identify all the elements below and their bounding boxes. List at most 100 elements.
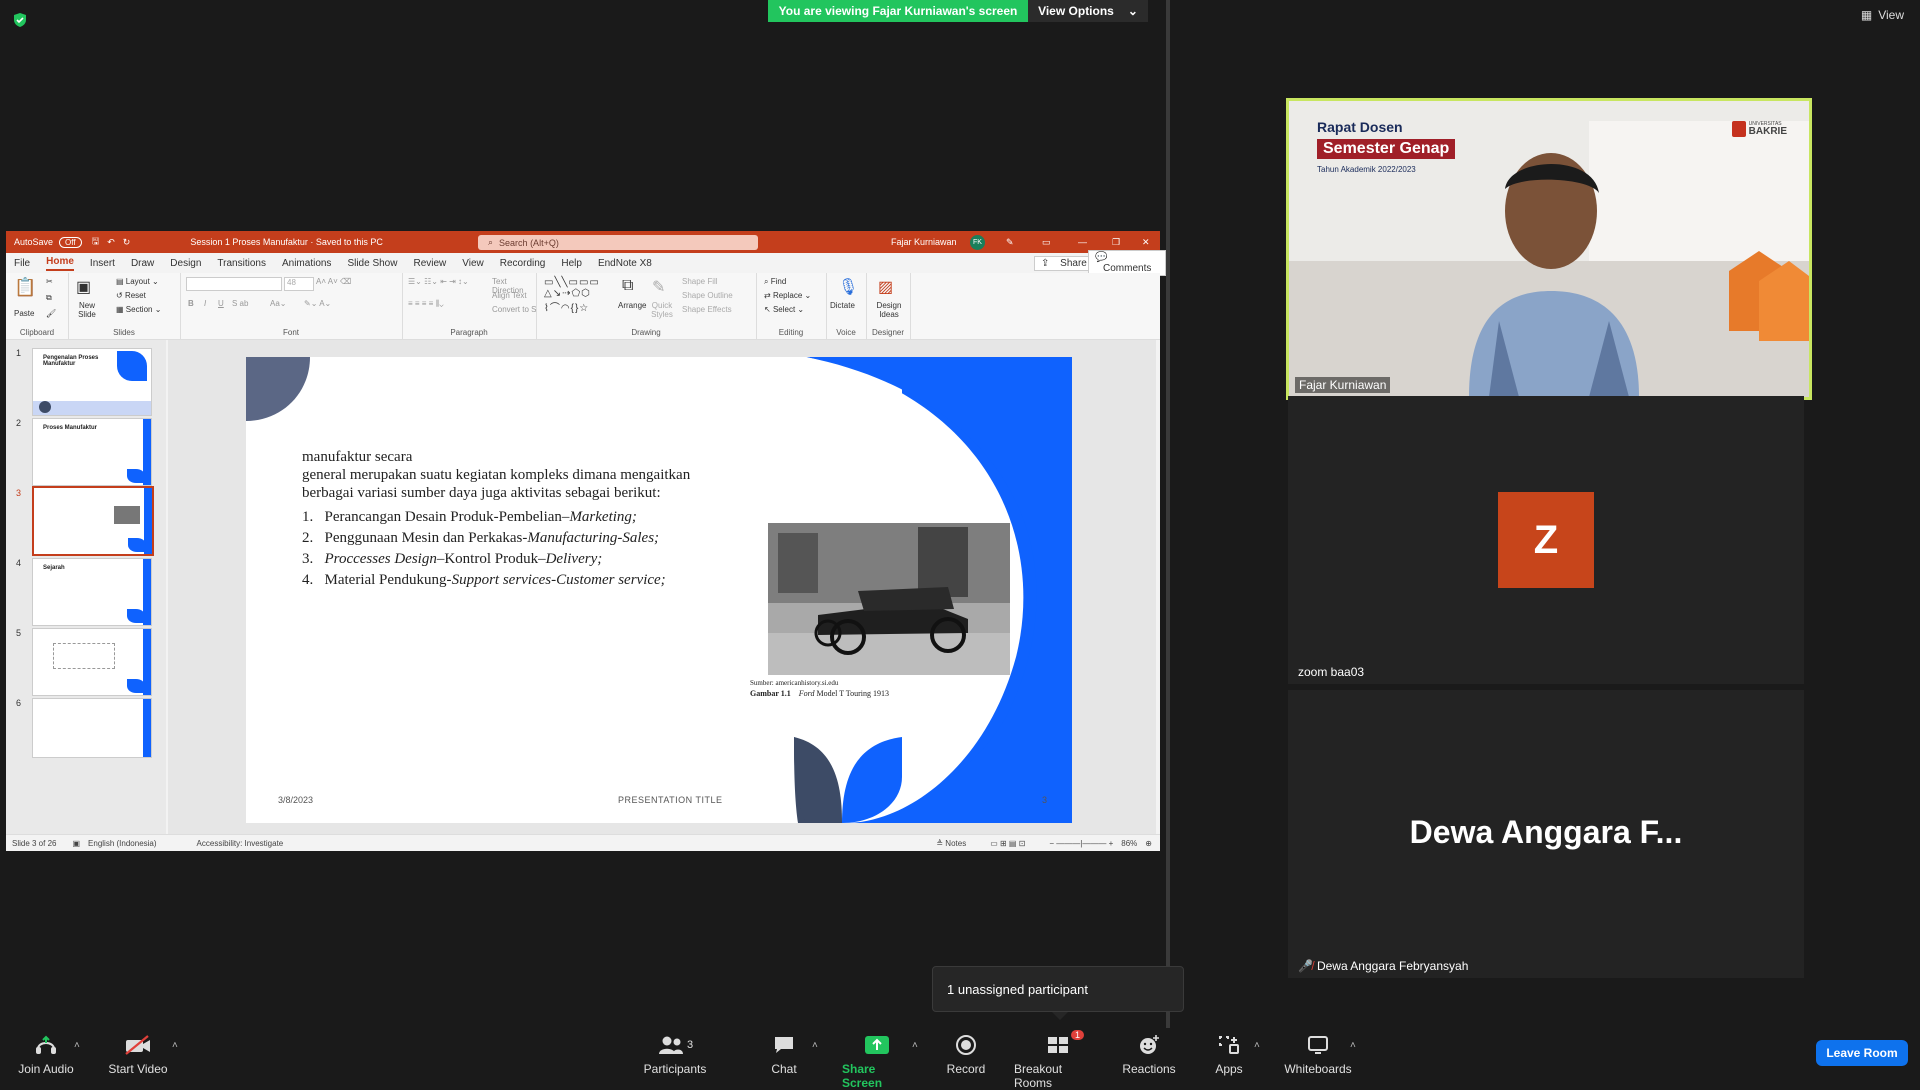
document-title[interactable]: Session 1 Proses Manufaktur · Saved to t… bbox=[190, 237, 383, 247]
menu-recording[interactable]: Recording bbox=[500, 258, 546, 269]
participant-tile-dewa[interactable]: Dewa Anggara F... 🎤̸ Dewa Anggara Febrya… bbox=[1288, 690, 1804, 978]
menu-draw[interactable]: Draw bbox=[131, 258, 154, 269]
paste-label[interactable]: Paste bbox=[14, 309, 34, 318]
underline-icon[interactable]: U bbox=[218, 299, 224, 308]
current-slide[interactable]: manufaktur secara general merupakan suat… bbox=[246, 357, 1072, 823]
shape-outline-button[interactable]: Shape Outline bbox=[682, 291, 733, 300]
join-audio-button[interactable]: Join Audio bbox=[18, 1034, 74, 1076]
bold-icon[interactable]: B bbox=[188, 299, 194, 308]
notes-button[interactable]: ≜ Notes bbox=[936, 839, 966, 848]
save-icon[interactable]: 🖫 bbox=[92, 234, 100, 250]
section-button[interactable]: ▦ Section ⌄ bbox=[116, 305, 161, 314]
start-video-button[interactable]: Start Video bbox=[106, 1034, 170, 1076]
grow-font-icon[interactable]: A˄ A˅ ⌫ bbox=[316, 277, 351, 286]
dictate-label[interactable]: Dictate bbox=[830, 301, 855, 310]
menu-endnote[interactable]: EndNote X8 bbox=[598, 258, 652, 269]
panel-divider[interactable] bbox=[1166, 0, 1170, 1028]
leave-room-button[interactable]: Leave Room bbox=[1816, 1040, 1908, 1066]
breakout-rooms-button[interactable]: 1 Breakout Rooms bbox=[1014, 1030, 1102, 1090]
undo-icon[interactable]: ↶ bbox=[107, 237, 115, 248]
slide-thumbnail[interactable] bbox=[32, 698, 152, 758]
shape-fill-button[interactable]: Shape Fill bbox=[682, 277, 718, 286]
menu-insert[interactable]: Insert bbox=[90, 258, 115, 269]
audio-options-caret-icon[interactable]: ˄ bbox=[74, 1040, 80, 1051]
menu-slide-show[interactable]: Slide Show bbox=[347, 258, 397, 269]
align-icon[interactable]: ≡ ≡ ≡ ≡ ⫼⌄ bbox=[408, 299, 444, 309]
reactions-button[interactable]: Reactions bbox=[1122, 1034, 1176, 1076]
design-ideas-icon[interactable]: ▨ bbox=[878, 277, 893, 297]
slide-thumbnail[interactable]: Pengenalan Proses Manufaktur bbox=[32, 348, 152, 416]
record-button[interactable]: Record bbox=[946, 1034, 986, 1076]
share-options-caret-icon[interactable]: ˄ bbox=[912, 1040, 918, 1051]
zoom-level[interactable]: 86% bbox=[1121, 839, 1137, 848]
menu-file[interactable]: File bbox=[14, 258, 30, 269]
find-button[interactable]: ⌕ Find bbox=[764, 277, 786, 287]
shape-effects-button[interactable]: Shape Effects bbox=[682, 305, 732, 314]
redo-icon[interactable]: ↻ bbox=[123, 237, 131, 248]
whiteboards-options-caret-icon[interactable]: ˄ bbox=[1350, 1040, 1356, 1051]
minimize-icon[interactable]: — bbox=[1078, 237, 1087, 247]
paste-icon[interactable]: 📋 bbox=[14, 277, 36, 298]
menu-help[interactable]: Help bbox=[561, 258, 582, 269]
accessibility-label[interactable]: Accessibility: Investigate bbox=[197, 839, 284, 848]
participant-tile-zoom[interactable]: Z zoom baa03 bbox=[1288, 396, 1804, 684]
smartart-button[interactable]: Convert to SmartArt bbox=[492, 305, 536, 314]
view-options-button[interactable]: View Options ⌄ bbox=[1028, 0, 1148, 22]
menu-animations[interactable]: Animations bbox=[282, 258, 331, 269]
align-text-button[interactable]: Align Text bbox=[492, 291, 527, 300]
language-label[interactable]: English (Indonesia) bbox=[88, 839, 156, 848]
reset-button[interactable]: ↺ Reset bbox=[116, 291, 146, 300]
arrange-icon[interactable]: ⧉ bbox=[622, 277, 633, 295]
change-case-icon[interactable]: Aa⌄ bbox=[270, 299, 287, 308]
ford-model-t-photo[interactable] bbox=[768, 523, 1010, 675]
autosave-toggle[interactable]: Off bbox=[59, 236, 82, 248]
apps-options-caret-icon[interactable]: ˄ bbox=[1254, 1040, 1260, 1051]
slide-thumbnail[interactable]: Sejarah bbox=[32, 558, 152, 626]
menu-transitions[interactable]: Transitions bbox=[217, 258, 266, 269]
quick-styles-label[interactable]: Quick Styles bbox=[648, 301, 676, 319]
slide-thumbnail[interactable]: Proses Manufaktur bbox=[32, 418, 152, 486]
ppt-user-avatar[interactable]: FK bbox=[970, 234, 985, 250]
strikethrough-icon[interactable]: S ab bbox=[232, 299, 248, 308]
quick-styles-icon[interactable]: ✎ bbox=[652, 277, 665, 297]
participants-button[interactable]: 3 Participants bbox=[640, 1034, 710, 1076]
spellcheck-icon[interactable]: ▣ bbox=[72, 839, 80, 848]
menu-review[interactable]: Review bbox=[413, 258, 446, 269]
whiteboards-button[interactable]: Whiteboards bbox=[1282, 1034, 1354, 1076]
top-view-button[interactable]: ▦ View bbox=[1861, 8, 1904, 22]
normal-view-icon[interactable]: ▭ ⊞ ▤ ⊡ bbox=[990, 839, 1025, 848]
chat-options-caret-icon[interactable]: ˄ bbox=[812, 1040, 818, 1051]
shapes-gallery[interactable]: ▭╲╲▭▭▭ △↘⇢⬠⬡ ⌇⌒◠{}☆ bbox=[544, 277, 600, 314]
microphone-icon[interactable]: 🎙 bbox=[838, 277, 858, 297]
bullets-icon[interactable]: ☰⌄ ☷⌄ ⇤ ⇥ ↕⌄ bbox=[408, 277, 469, 286]
cut-icon[interactable]: ✂ bbox=[46, 277, 53, 286]
format-painter-icon[interactable]: 🖌 bbox=[46, 309, 56, 318]
new-slide-icon[interactable]: ▣ bbox=[76, 277, 91, 297]
highlight-icon[interactable]: ✎⌄ A⌄ bbox=[304, 299, 331, 308]
slide-thumbnail-selected[interactable] bbox=[32, 486, 154, 556]
unassigned-participant-popup[interactable]: 1 unassigned participant bbox=[932, 966, 1184, 1012]
fit-slide-icon[interactable]: ⊕ bbox=[1145, 839, 1152, 848]
replace-button[interactable]: ⇄ Replace ⌄ bbox=[764, 291, 811, 300]
font-name-field[interactable] bbox=[186, 277, 282, 291]
pen-icon[interactable]: ✎ bbox=[1006, 237, 1014, 248]
video-options-caret-icon[interactable]: ˄ bbox=[172, 1040, 178, 1051]
new-slide-label[interactable]: New Slide bbox=[72, 301, 102, 319]
encryption-shield-icon[interactable] bbox=[12, 12, 28, 28]
ppt-user-name[interactable]: Fajar Kurniawan bbox=[891, 237, 957, 247]
menu-design[interactable]: Design bbox=[170, 258, 201, 269]
font-size-field[interactable]: 48 bbox=[284, 277, 314, 291]
restore-icon[interactable]: ❐ bbox=[1112, 237, 1120, 248]
arrange-label[interactable]: Arrange bbox=[618, 301, 646, 310]
select-button[interactable]: ↖ Select ⌄ bbox=[764, 305, 804, 314]
close-icon[interactable]: ✕ bbox=[1142, 237, 1150, 248]
menu-home[interactable]: Home bbox=[46, 256, 74, 271]
copy-icon[interactable]: ⧉ bbox=[46, 293, 52, 303]
apps-button[interactable]: Apps bbox=[1214, 1034, 1244, 1076]
ribbon-display-icon[interactable]: ▭ bbox=[1042, 237, 1051, 248]
design-ideas-label[interactable]: Design Ideas bbox=[872, 301, 906, 319]
slide-thumbnail[interactable] bbox=[32, 628, 152, 696]
active-speaker-tile[interactable]: Rapat Dosen Semester Genap Tahun Akademi… bbox=[1286, 98, 1812, 400]
italic-icon[interactable]: I bbox=[204, 299, 206, 308]
share-screen-button[interactable]: Share Screen bbox=[842, 1034, 912, 1090]
